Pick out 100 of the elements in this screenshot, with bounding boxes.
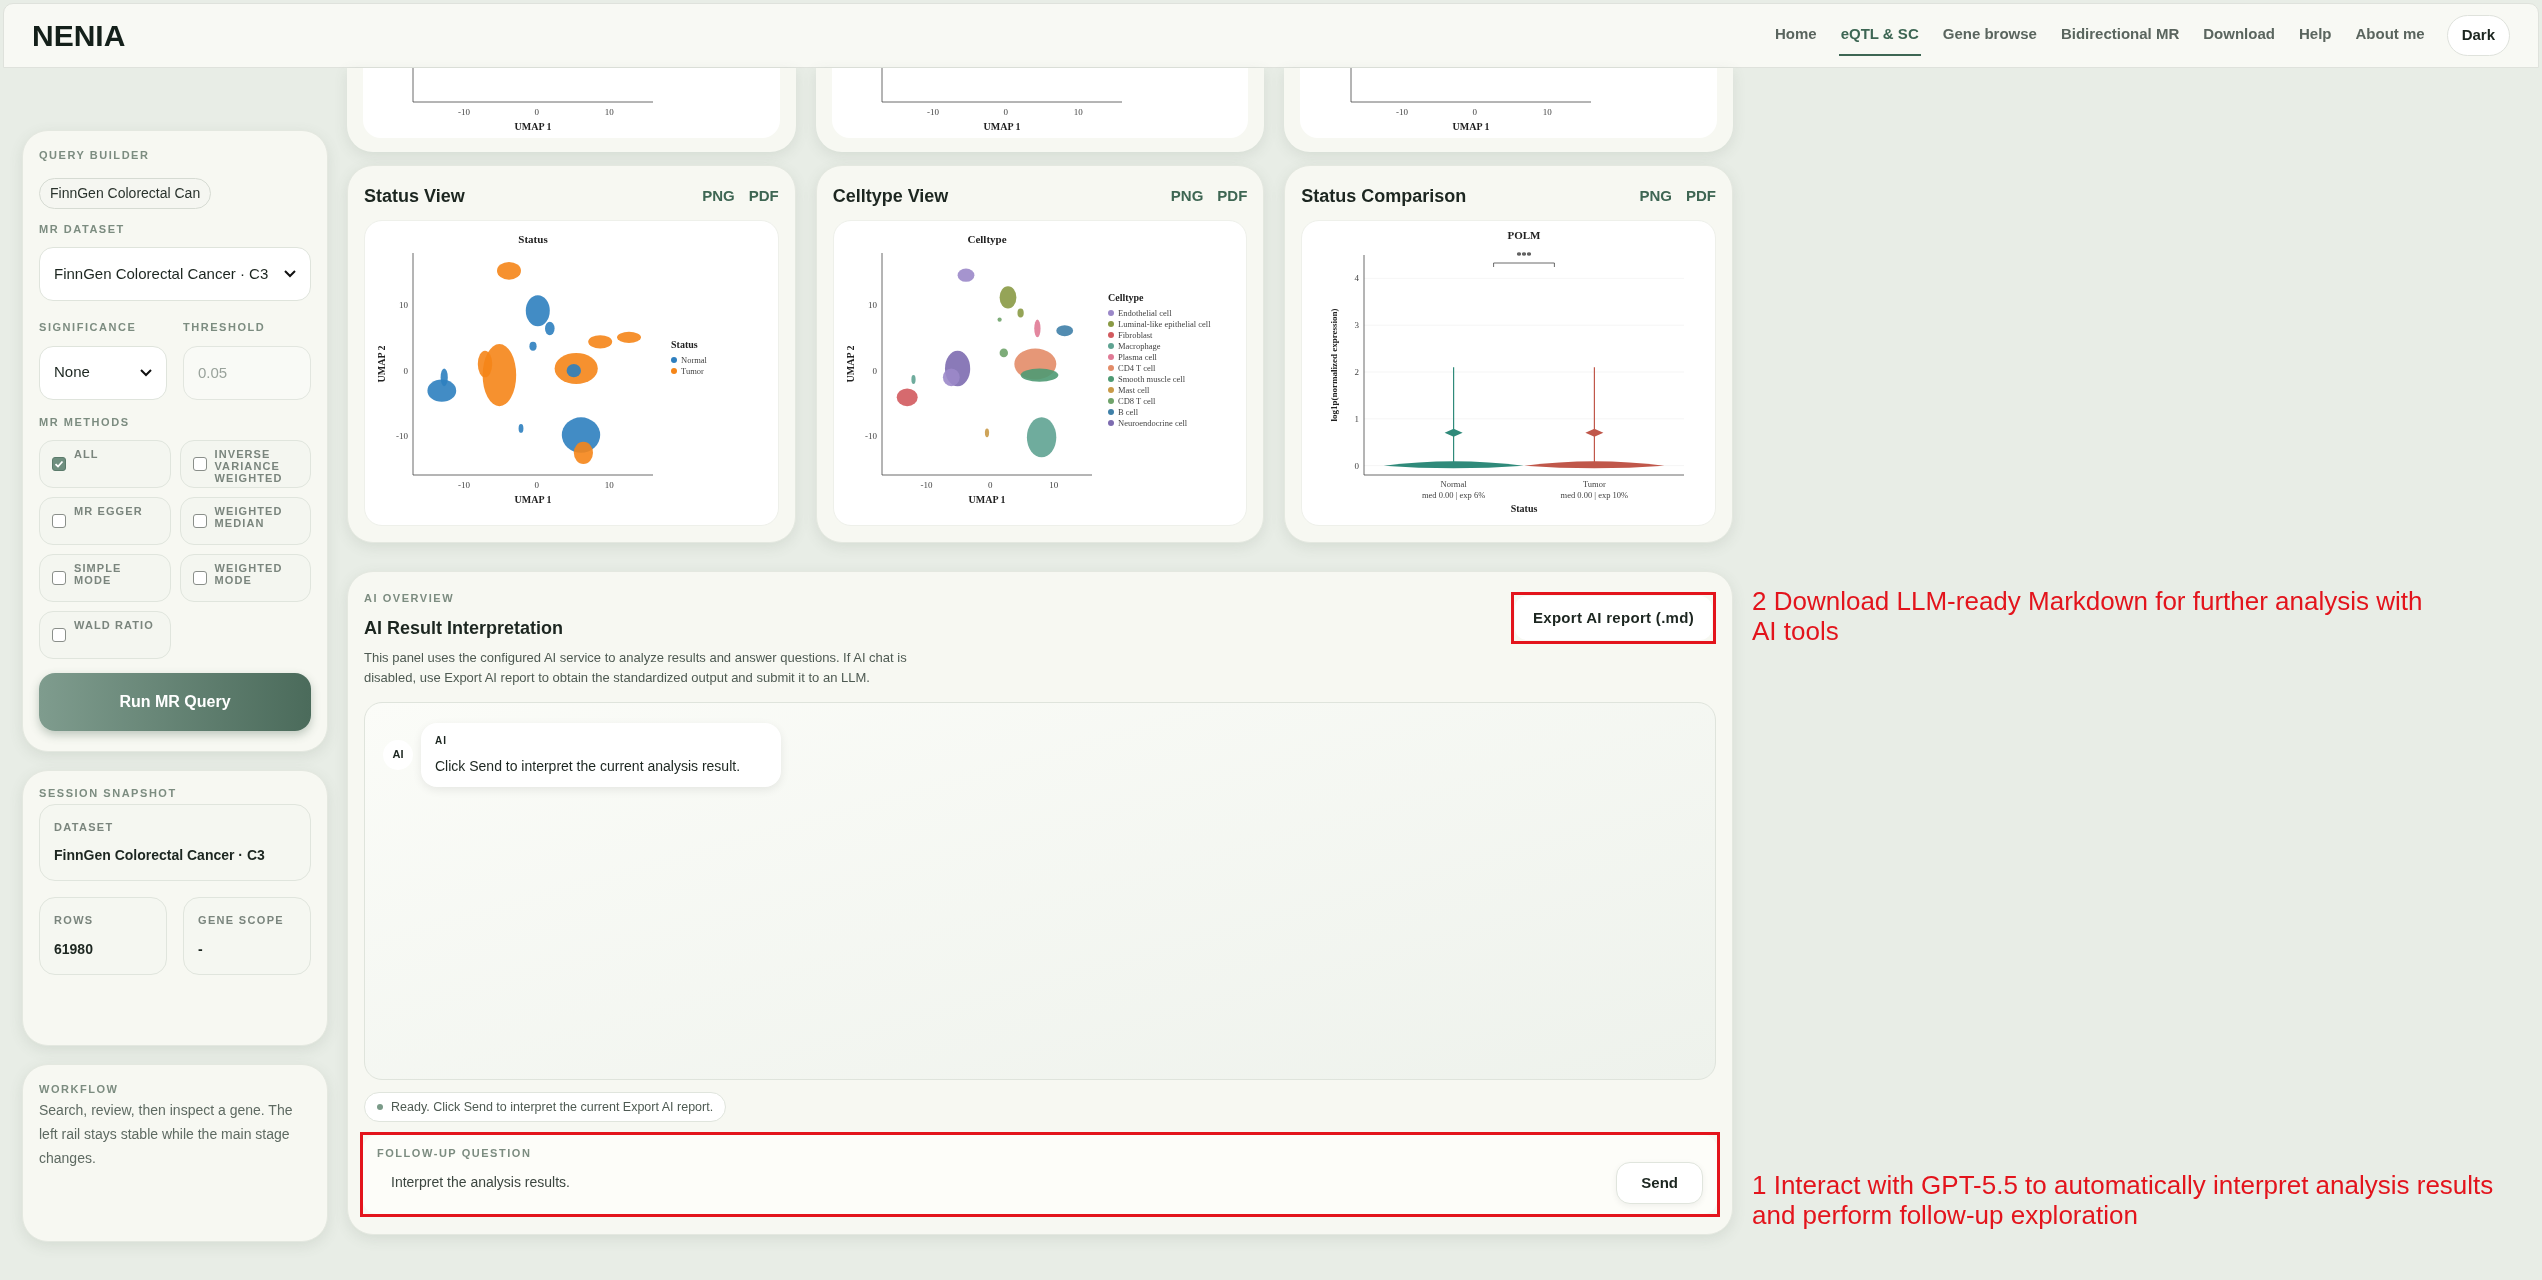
- axis-tick-label: 10: [868, 300, 877, 311]
- axis-tick-label: -10: [396, 430, 409, 441]
- nav-link[interactable]: About me: [2353, 15, 2427, 56]
- method-option[interactable]: WEIGHTED MODE: [179, 554, 311, 602]
- plot-title: Status: [518, 233, 548, 245]
- axis-label: UMAP 1: [968, 494, 1006, 505]
- section-label: AI OVERVIEW: [364, 591, 456, 606]
- legend-title: Celltype: [1108, 292, 1144, 303]
- nav-link[interactable]: Bidirectional MR: [2058, 15, 2182, 56]
- method-option[interactable]: WEIGHTED MEDIAN: [179, 497, 311, 545]
- stat-label: GENE SCOPE: [198, 913, 285, 928]
- significance-select[interactable]: None: [39, 345, 167, 400]
- axis-label: log1p(normalized expression): [1328, 308, 1339, 422]
- axis-tick-label: 3: [1354, 320, 1359, 331]
- method-label: INVERSE VARIANCE WEIGHTED: [214, 448, 284, 484]
- axis-label: UMAP 1: [1452, 121, 1490, 132]
- checkbox[interactable]: [52, 514, 66, 528]
- send-button[interactable]: Send: [1616, 1161, 1703, 1204]
- nav-link[interactable]: Help: [2296, 15, 2334, 56]
- stat-label: DATASET: [54, 819, 115, 835]
- axis-tick-label: -10: [458, 107, 471, 117]
- significance-bracket: [1492, 262, 1555, 268]
- axis-tick-label: 0: [403, 365, 409, 376]
- dataset-select[interactable]: FinnGen Colorectal Cancer · C3: [39, 247, 311, 301]
- legend-label: Endothelial cell: [1118, 308, 1172, 318]
- plot-title: Celltype: [967, 233, 1007, 245]
- field-label: FOLLOW-UP QUESTION: [377, 1146, 533, 1162]
- export-report-button[interactable]: Export AI report (.md): [1514, 596, 1712, 640]
- axis-tick-label: 10: [605, 480, 615, 490]
- method-option[interactable]: SIMPLE MODE: [39, 554, 171, 602]
- export-format-link[interactable]: PNG: [702, 184, 735, 208]
- section-label: QUERY BUILDER: [39, 148, 151, 163]
- method-label: WALD RATIO: [74, 619, 154, 631]
- dataset-chip[interactable]: FinnGen Colorectal Can: [39, 177, 212, 209]
- field-label: MR METHODS: [39, 414, 131, 430]
- axis-tick-label: 10: [1049, 480, 1059, 490]
- export-format-link[interactable]: PDF: [748, 184, 779, 208]
- axis-tick-label: 0: [1472, 107, 1477, 117]
- legend-title: Status: [671, 339, 698, 350]
- checkbox[interactable]: [52, 571, 66, 585]
- axis-tick-label: -10: [926, 107, 939, 117]
- checkbox[interactable]: [52, 457, 66, 471]
- legend-label: CD8 T cell: [1118, 396, 1156, 406]
- panel-title: AI Result Interpretation: [364, 616, 565, 640]
- checkbox[interactable]: [52, 628, 66, 642]
- axis-tick-label: 1: [1354, 413, 1359, 424]
- export-format-link[interactable]: PNG: [1639, 184, 1672, 208]
- method-option[interactable]: INVERSE VARIANCE WEIGHTED: [179, 440, 311, 488]
- select-value: FinnGen Colorectal Cancer · C3: [54, 263, 270, 284]
- axis-label: UMAP 1: [514, 121, 552, 132]
- follow-up-input[interactable]: Interpret the analysis results.: [377, 1172, 1617, 1194]
- brand-logo[interactable]: NENIA: [32, 13, 126, 58]
- category-label: Normal: [1440, 479, 1467, 489]
- nav-link[interactable]: Home: [1772, 15, 1819, 56]
- axis-tick-label: 10: [605, 107, 615, 117]
- annotation-text: 1 Interact with GPT-5.5 to automatically interpret analysis results and perform follow-up exploration: [1752, 1170, 2495, 1230]
- nav-link[interactable]: eQTL & SC: [1838, 15, 1921, 56]
- axis-label: UMAP 1: [514, 494, 552, 505]
- category-label: Tumor: [1582, 479, 1606, 489]
- legend-label: CD4 T cell: [1118, 363, 1156, 373]
- axis-tick-label: 0: [1354, 460, 1359, 471]
- threshold-input[interactable]: 0.05: [183, 345, 311, 400]
- theme-toggle-button[interactable]: Dark: [2446, 15, 2510, 56]
- axis-tick-label: -10: [920, 480, 933, 490]
- axis-tick-label: 4: [1354, 273, 1359, 284]
- stat-value: FinnGen Colorectal Cancer · C3: [54, 846, 266, 865]
- stat-value: -: [198, 939, 204, 959]
- checkbox[interactable]: [192, 571, 207, 585]
- nav-link[interactable]: Gene browse: [1940, 15, 2039, 56]
- checkbox[interactable]: [192, 514, 207, 528]
- category-note: med 0.00 | exp 10%: [1560, 490, 1628, 500]
- method-option[interactable]: MR EGGER: [39, 497, 171, 545]
- category-note: med 0.00 | exp 6%: [1421, 490, 1485, 500]
- method-label: WEIGHTED MEDIAN: [214, 505, 284, 529]
- legend-label: Mast cell: [1118, 385, 1150, 395]
- axis-tick-label: 0: [987, 480, 993, 490]
- axis-tick-label: 10: [1073, 107, 1083, 117]
- method-label: ALL: [74, 448, 99, 460]
- nav-link[interactable]: Download: [2201, 15, 2277, 56]
- method-option[interactable]: WALD RATIO: [39, 611, 171, 659]
- axis-label: UMAP 2: [845, 345, 856, 383]
- axis-tick-label: 0: [534, 107, 540, 117]
- run-query-button[interactable]: Run MR Query: [39, 673, 311, 731]
- export-format-link[interactable]: PDF: [1217, 184, 1248, 208]
- method-label: WEIGHTED MODE: [214, 562, 284, 586]
- legend-label: B cell: [1118, 407, 1139, 417]
- checkbox[interactable]: [192, 457, 207, 471]
- section-label: SESSION SNAPSHOT: [39, 786, 178, 801]
- method-option[interactable]: ALL: [39, 440, 171, 488]
- card-title: Status View: [364, 184, 465, 208]
- ai-avatar: AI: [383, 739, 413, 770]
- export-format-link[interactable]: PNG: [1170, 184, 1204, 208]
- stat-value: 61980: [54, 939, 94, 959]
- export-format-link[interactable]: PDF: [1686, 184, 1716, 208]
- axis-tick-label: 0: [1003, 107, 1008, 117]
- axis-label: UMAP 1: [983, 121, 1021, 132]
- axis-tick-label: -10: [865, 430, 877, 441]
- significance-stars: ***: [1516, 250, 1532, 261]
- method-label: MR EGGER: [74, 505, 143, 517]
- legend-label: Smooth muscle cell: [1118, 374, 1186, 384]
